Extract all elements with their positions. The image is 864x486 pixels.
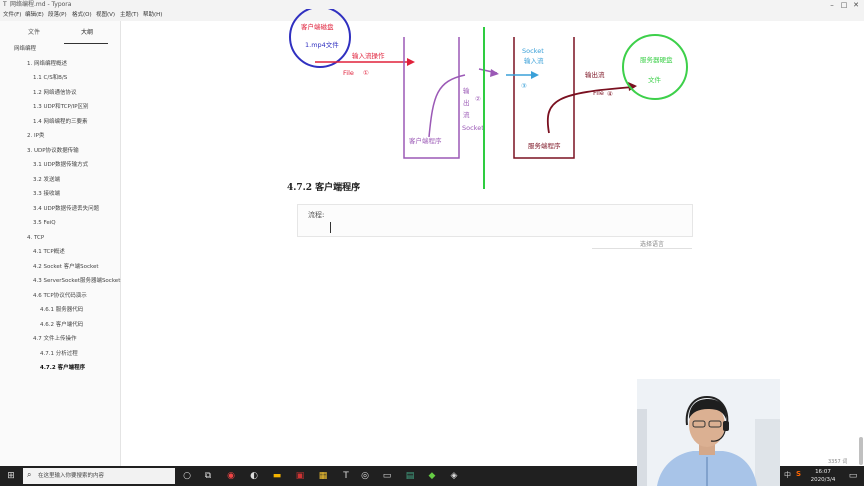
outline-item[interactable]: 1.1 C/S和B/S <box>33 74 67 82</box>
outline-item[interactable]: 3. UDP协议数据传输 <box>27 147 79 155</box>
output-arrowhead <box>490 69 499 77</box>
step-4-label: ④ <box>607 90 613 98</box>
socket-vertical-label: Socket <box>462 124 484 132</box>
file-label-1: File <box>343 69 354 77</box>
terminal-icon[interactable]: ▭ <box>380 469 394 483</box>
search-icon: ⌕ <box>27 470 32 479</box>
app-icon-10[interactable]: ◆ <box>425 469 439 483</box>
app-icon-9[interactable]: ▤ <box>403 469 417 483</box>
output-char-1: 输 <box>463 86 470 95</box>
window-title: 网络编程.md - Typora <box>10 1 72 8</box>
outline-item[interactable]: 4. TCP <box>27 234 44 242</box>
app-icon-11[interactable]: ◈ <box>447 469 461 483</box>
step-1-label: ① <box>363 69 369 77</box>
outline-item[interactable]: 4.6.2 客户端代码 <box>40 321 83 329</box>
app-icon-2[interactable]: ◐ <box>247 469 261 483</box>
menu-view[interactable]: 视图(V) <box>96 10 115 21</box>
sogou-badge[interactable]: S <box>796 470 801 478</box>
tab-outline[interactable]: 大纲 <box>81 27 93 36</box>
sidebar: 文件 大纲 网络编程 1. 网络编程概述 1.1 C/S和B/S 1.2 网络通信协议… <box>0 21 150 466</box>
outline-item[interactable]: 1.2 网络通信协议 <box>33 89 77 97</box>
socket-top-label: Socket <box>522 47 544 55</box>
editor-scrollbar[interactable] <box>858 21 864 466</box>
app-icon-7[interactable]: ◎ <box>358 469 372 483</box>
clock-date: 2020/3/4 <box>810 477 836 483</box>
outline-item[interactable]: 3.3 接收端 <box>33 190 60 198</box>
menu-file[interactable]: 文件(F) <box>3 10 21 21</box>
webcam-overlay <box>637 379 780 486</box>
socket-input-arrowhead <box>531 71 539 79</box>
close-button[interactable]: ✕ <box>848 0 864 10</box>
section-heading: 4.7.2 客户端程序 <box>287 183 361 193</box>
input-stream-arrowhead <box>407 58 415 66</box>
server-program-label: 服务端程序 <box>528 141 561 150</box>
client-program-label: 客户端程序 <box>409 136 442 145</box>
outline-item[interactable]: 1. 网络编程概述 <box>27 60 67 68</box>
output-char-2: 出 <box>463 98 470 107</box>
client-disk-circle <box>289 9 351 68</box>
output-stream-label: 输出流 <box>585 70 605 79</box>
outline-item[interactable]: 4.2 Socket 客户端Socket <box>33 263 99 271</box>
input-stream-label: 输入流操作 <box>352 51 385 60</box>
taskbar-search[interactable]: ⌕ <box>23 468 175 484</box>
menu-edit[interactable]: 编辑(E) <box>25 10 44 21</box>
windows-start-icon[interactable]: ⊞ <box>4 469 18 483</box>
menu-help[interactable]: 帮助(H) <box>143 10 162 21</box>
clock-time: 16:07 <box>815 469 831 475</box>
outline-item[interactable]: 4.1 TCP概述 <box>33 248 65 256</box>
socket-input-label: 输入流 <box>524 56 544 65</box>
client-disk-label: 客户端磁盘 <box>301 22 334 31</box>
word-count[interactable]: 3357 词 <box>828 458 847 465</box>
outline-item[interactable]: 3.5 FeiQ <box>33 219 56 227</box>
sidebar-tabs: 文件 大纲 <box>0 21 121 44</box>
cortana-icon[interactable]: ○ <box>180 469 194 483</box>
file-upload-diagram: 客户端磁盘 1.mp4文件 输入流操作 File ① 客户端程序 输 出 流 ②… <box>289 9 688 189</box>
step-2-label: ② <box>475 95 481 103</box>
language-selector[interactable]: 选择语言 <box>592 239 692 249</box>
app-icon: T <box>3 1 7 8</box>
active-tab-indicator <box>64 43 108 44</box>
server-file-label: 文件 <box>648 75 662 84</box>
server-disk-label: 服务器硬盘 <box>640 55 673 64</box>
taskbar-clock[interactable]: 16:07 2020/3/4 <box>806 468 840 484</box>
code-text: 流程: <box>308 211 325 219</box>
tab-files[interactable]: 文件 <box>28 27 40 36</box>
outline-item[interactable]: 网络编程 <box>14 45 36 53</box>
app-icon-5[interactable]: ▦ <box>316 469 330 483</box>
outline-item[interactable]: 3.4 UDP数据传递丢失问题 <box>33 205 99 213</box>
notification-icon[interactable]: ▭ <box>846 469 860 483</box>
presenter-figure <box>637 379 780 486</box>
file-label-4: File <box>593 89 604 97</box>
outline-item[interactable]: 4.3 ServerSocket服务器端Socket <box>33 277 120 285</box>
outline-item[interactable]: 3.1 UDP数据传输方式 <box>33 161 88 169</box>
outline-item[interactable]: 2. IP类 <box>27 132 44 140</box>
text-caret <box>330 222 331 233</box>
outline-item[interactable]: 1.3 UDP和TCP/IP区别 <box>33 103 89 111</box>
menu-paragraph[interactable]: 段落(P) <box>48 10 67 21</box>
step-3-label: ③ <box>521 82 527 90</box>
outline-item[interactable]: 4.7.2 客户端程序 <box>40 364 85 372</box>
file-name-label: 1.mp4文件 <box>305 40 339 49</box>
outline-item[interactable]: 4.6 TCP协议代码演示 <box>33 292 87 300</box>
outline-item[interactable]: 4.6.1 服务器代码 <box>40 306 83 314</box>
code-block[interactable]: 流程: <box>297 204 693 237</box>
outline-item[interactable]: 4.7.1 分析过程 <box>40 350 78 358</box>
outline-item[interactable]: 1.4 网络编程的三要素 <box>33 118 88 126</box>
output-char-3: 流 <box>463 110 470 119</box>
scrollbar-thumb[interactable] <box>859 437 863 465</box>
task-view-icon[interactable]: ⧉ <box>201 469 215 483</box>
server-disk-circle <box>622 34 688 100</box>
ime-indicator[interactable]: 中 <box>784 470 791 480</box>
file-explorer-icon[interactable]: ▬ <box>270 469 284 483</box>
menu-theme[interactable]: 主题(T) <box>120 10 139 21</box>
typora-taskbar-icon[interactable]: T <box>339 469 353 483</box>
menu-format[interactable]: 格式(O) <box>72 10 92 21</box>
chrome-icon[interactable]: ◉ <box>224 469 238 483</box>
outline-item[interactable]: 3.2 发送端 <box>33 176 60 184</box>
app-icon-4[interactable]: ▣ <box>293 469 307 483</box>
outline-item[interactable]: 4.7 文件上传操作 <box>33 335 77 343</box>
output-stream-curve <box>546 86 634 134</box>
taskbar-search-input[interactable] <box>38 470 170 482</box>
